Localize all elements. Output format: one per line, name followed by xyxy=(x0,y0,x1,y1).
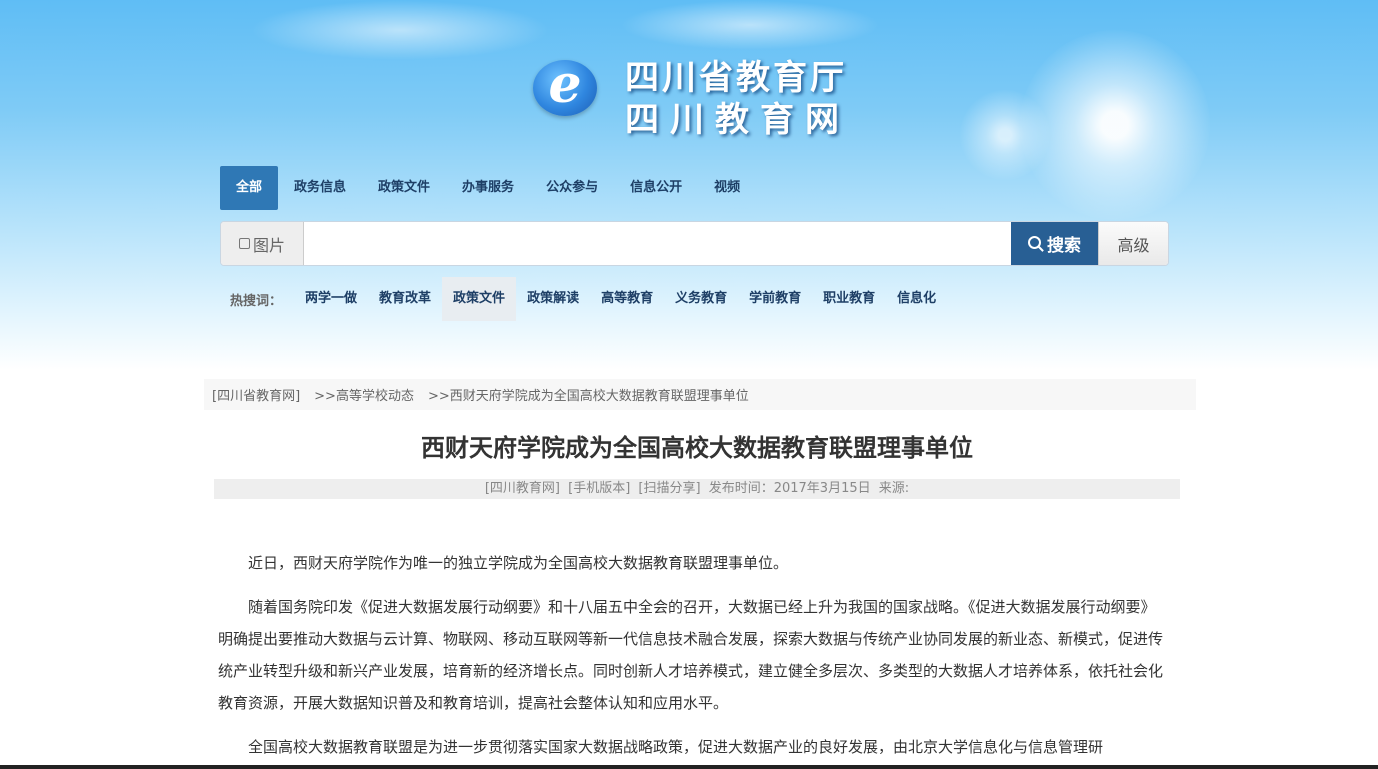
tab-video[interactable]: 视频 xyxy=(698,166,756,210)
hot-keyword[interactable]: 职业教育 xyxy=(812,277,886,321)
search-icon xyxy=(1028,236,1041,249)
decor-cloud xyxy=(250,0,550,60)
hot-keyword[interactable]: 教育改革 xyxy=(368,277,442,321)
search-button-label: 搜索 xyxy=(1047,236,1081,256)
tab-public-participation[interactable]: 公众参与 xyxy=(530,166,614,210)
breadcrumb-home[interactable]: [四川省教育网] xyxy=(212,385,300,404)
search-input[interactable] xyxy=(304,222,1011,265)
tab-services[interactable]: 办事服务 xyxy=(446,166,530,210)
dandelion-decoration xyxy=(1020,30,1210,220)
article-paragraph: 近日，西财天府学院作为唯一的独立学院成为全国高校大数据教育联盟理事单位。 xyxy=(248,554,789,572)
image-search-label: 图片 xyxy=(252,235,285,255)
nav-tabs: 全部 政务信息 政策文件 办事服务 公众参与 信息公开 视频 xyxy=(220,166,756,210)
hot-keyword[interactable]: 政策文件 xyxy=(442,277,517,321)
site-logo[interactable]: e 四川省教育厅 四川教育网 xyxy=(533,50,873,140)
source-link[interactable]: [四川教育网] xyxy=(485,481,560,496)
search-bar: 图片 搜索 高级 xyxy=(220,221,1169,266)
site-title-line2: 四川教育网 xyxy=(625,100,850,140)
article-origin: 来源: xyxy=(878,481,910,496)
tab-info-disclosure[interactable]: 信息公开 xyxy=(614,166,698,210)
hot-keyword[interactable]: 高等教育 xyxy=(590,277,664,321)
breadcrumb-category[interactable]: >>高等学校动态 xyxy=(314,385,414,404)
tab-all[interactable]: 全部 xyxy=(220,166,279,210)
search-button[interactable]: 搜索 xyxy=(1011,222,1098,265)
hot-keyword[interactable]: 政策解读 xyxy=(516,277,590,321)
mobile-version-link[interactable]: [手机版本] xyxy=(568,481,630,496)
scan-share-link[interactable]: [扫描分享] xyxy=(638,481,700,496)
publish-date: 发布时间：2017年3月15日 xyxy=(708,481,871,496)
breadcrumb: [四川省教育网] >>高等学校动态 >>西财天府学院成为全国高校大数据教育联盟理… xyxy=(204,379,1196,410)
article-paragraph: 全国高校大数据教育联盟是为进一步贯彻落实国家大数据战略政策，促进大数据产业的良好… xyxy=(248,738,1104,756)
logo-e-icon: e xyxy=(533,59,597,116)
hot-keywords-label: 热搜词： xyxy=(230,293,283,309)
hot-keywords: 热搜词： 两学一做 教育改革 政策文件 政策解读 高等教育 义务教育 学前教育 … xyxy=(220,277,947,321)
tab-government-info[interactable]: 政务信息 xyxy=(278,166,362,210)
decor-cloud xyxy=(620,0,880,50)
article-paragraph: 随着国务院印发《促进大数据发展行动纲要》和十八届五中全会的召开，大数据已经上升为… xyxy=(218,598,1164,712)
hot-keyword[interactable]: 义务教育 xyxy=(664,277,738,321)
checkbox-icon[interactable] xyxy=(238,238,250,249)
hot-keyword[interactable]: 学前教育 xyxy=(738,277,812,321)
article-meta: [四川教育网] [手机版本] [扫描分享] 发布时间：2017年3月15日 来源… xyxy=(214,479,1180,499)
article-body: 近日，西财天府学院作为唯一的独立学院成为全国高校大数据教育联盟理事单位。 随着国… xyxy=(218,547,1166,769)
advanced-search-button[interactable]: 高级 xyxy=(1098,222,1168,265)
tab-policy-documents[interactable]: 政策文件 xyxy=(362,166,446,210)
hot-keyword[interactable]: 信息化 xyxy=(886,277,947,321)
breadcrumb-current[interactable]: >>西财天府学院成为全国高校大数据教育联盟理事单位 xyxy=(428,385,749,404)
image-search-toggle[interactable]: 图片 xyxy=(221,222,304,265)
article-title: 西财天府学院成为全国高校大数据教育联盟理事单位 xyxy=(421,434,973,462)
hot-keyword[interactable]: 两学一做 xyxy=(294,277,368,321)
window-bottom-edge xyxy=(0,765,1378,769)
